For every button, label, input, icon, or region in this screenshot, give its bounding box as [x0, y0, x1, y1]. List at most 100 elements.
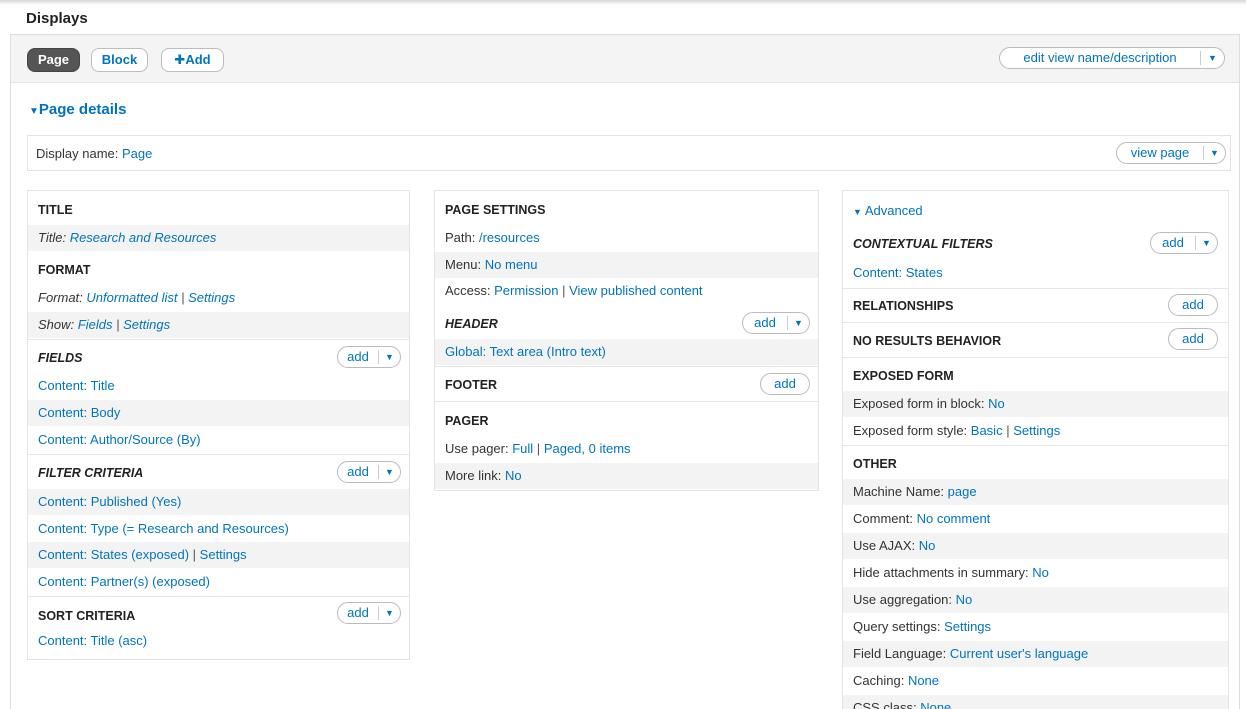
- filter-add-dropdown[interactable]: add ▼: [337, 461, 401, 483]
- tab-page[interactable]: Page: [27, 48, 80, 72]
- show-link[interactable]: Fields: [78, 317, 113, 332]
- list-item: Content: States: [853, 265, 943, 280]
- format-settings-link[interactable]: Settings: [188, 290, 235, 305]
- display-tab-bar: Page Block ✚Add edit view name/descripti…: [11, 35, 1239, 83]
- add-button[interactable]: add: [338, 462, 378, 482]
- access-settings-link[interactable]: View published content: [569, 283, 702, 298]
- dropdown-separator: [1200, 51, 1201, 65]
- edit-view-dropdown[interactable]: edit view name/description ▼: [999, 47, 1225, 69]
- other-row: Field Language: Current user's language: [843, 641, 1228, 667]
- show-row: Show: Fields | Settings: [28, 312, 409, 338]
- exposed-block-link[interactable]: No: [988, 396, 1005, 411]
- exposed-style-link[interactable]: Basic: [971, 423, 1003, 438]
- fields-add-dropdown[interactable]: add ▼: [337, 346, 401, 368]
- menu-row: Menu: No menu: [435, 252, 818, 278]
- displays-heading: Displays: [26, 10, 88, 27]
- list-item: Content: Partner(s) (exposed): [38, 574, 210, 589]
- title-header: TITLE: [38, 203, 73, 217]
- contextual-add-dropdown[interactable]: add ▼: [1150, 232, 1218, 254]
- list-item: Content: Author/Source (By): [38, 432, 201, 447]
- add-button[interactable]: add: [743, 313, 787, 333]
- column-middle: PAGE SETTINGS Path: /resources Menu: No …: [434, 190, 819, 491]
- list-item: Content: Title (asc): [38, 633, 148, 648]
- view-page-button[interactable]: view page: [1117, 143, 1203, 163]
- fields-header: FIELDS: [38, 351, 83, 365]
- other-row: Comment: No comment: [853, 511, 991, 526]
- other-row: Query settings: Settings: [853, 619, 992, 634]
- exposed-form-header: EXPOSED FORM: [853, 369, 954, 383]
- other-row: Use aggregation: No: [843, 587, 1228, 613]
- path-row: Path: /resources: [445, 230, 540, 245]
- list-item: Content: Published (Yes): [28, 489, 409, 515]
- format-link[interactable]: Unformatted list: [86, 290, 177, 305]
- add-button[interactable]: add: [338, 603, 378, 623]
- filter-settings-link[interactable]: Settings: [200, 547, 247, 562]
- no-results-add-button[interactable]: add: [1168, 328, 1218, 350]
- list-item: Content: Type (= Research and Resources): [38, 521, 289, 536]
- other-row: CSS class: None: [843, 695, 1228, 709]
- header-section-header: HEADER: [445, 317, 498, 331]
- format-header: FORMAT: [38, 263, 91, 277]
- pager-row: Use pager: Full | Paged, 0 items: [445, 441, 631, 456]
- display-name-label: Display name:: [36, 146, 119, 161]
- chevron-down-icon[interactable]: ▼: [385, 347, 394, 367]
- add-button[interactable]: add: [338, 347, 378, 367]
- edit-view-button[interactable]: edit view name/description: [1000, 48, 1200, 68]
- plus-icon: ✚: [174, 52, 186, 67]
- tab-block[interactable]: Block: [91, 48, 148, 72]
- format-row: Format: Unformatted list | Settings: [38, 290, 236, 305]
- sort-criteria-header: SORT CRITERIA: [38, 609, 136, 623]
- display-name-link[interactable]: Page: [122, 146, 152, 161]
- list-item: Content: Body: [28, 400, 409, 426]
- list-item: Content: States (exposed) | Settings: [28, 542, 409, 568]
- chevron-down-icon[interactable]: ▼: [385, 603, 394, 623]
- exposed-style-settings-link[interactable]: Settings: [1013, 423, 1060, 438]
- page-details-toggle[interactable]: ▼Page details: [29, 101, 126, 118]
- pager-header: PAGER: [445, 414, 489, 428]
- footer-add-button[interactable]: add: [760, 373, 810, 395]
- list-item: Content: Title: [38, 378, 115, 393]
- header-add-dropdown[interactable]: add ▼: [742, 312, 810, 334]
- exposed-block-row: Exposed form in block: No: [843, 391, 1228, 417]
- relationships-header: RELATIONSHIPS: [853, 299, 954, 313]
- filter-criteria-header: FILTER CRITERIA: [38, 466, 144, 480]
- path-link[interactable]: /resources: [479, 230, 540, 245]
- other-header: OTHER: [853, 457, 897, 471]
- other-row: Machine Name: page: [843, 479, 1228, 505]
- triangle-down-icon: ▼: [853, 207, 862, 217]
- view-page-dropdown[interactable]: view page ▼: [1116, 142, 1226, 164]
- dropdown-separator: [1203, 146, 1204, 160]
- sort-add-dropdown[interactable]: add ▼: [337, 602, 401, 624]
- advanced-toggle[interactable]: ▼ Advanced: [853, 203, 923, 218]
- chevron-down-icon[interactable]: ▼: [1208, 48, 1217, 68]
- chevron-down-icon[interactable]: ▼: [794, 313, 803, 333]
- other-row: Hide attachments in summary: No: [853, 565, 1049, 580]
- more-link[interactable]: No: [505, 468, 522, 483]
- displays-panel: Page Block ✚Add edit view name/descripti…: [10, 34, 1240, 709]
- list-item: Global: Text area (Intro text): [435, 339, 818, 365]
- exposed-style-row: Exposed form style: Basic | Settings: [853, 423, 1061, 438]
- add-display-button[interactable]: ✚Add: [161, 48, 224, 72]
- title-row: Title: Research and Resources: [28, 225, 409, 251]
- other-row: Caching: None: [853, 673, 940, 688]
- page-settings-header: PAGE SETTINGS: [445, 203, 546, 217]
- relationships-add-button[interactable]: add: [1168, 294, 1218, 316]
- chevron-down-icon[interactable]: ▼: [1202, 233, 1211, 253]
- display-name-bar: Display name: Page view page ▼: [27, 135, 1231, 171]
- pager-settings-link[interactable]: Paged, 0 items: [544, 441, 631, 456]
- column-right: ▼ Advanced CONTEXTUAL FILTERS add ▼ Cont…: [842, 190, 1229, 709]
- contextual-filters-header: CONTEXTUAL FILTERS: [853, 237, 993, 251]
- show-settings-link[interactable]: Settings: [123, 317, 170, 332]
- add-button[interactable]: add: [1151, 233, 1195, 253]
- no-results-header: NO RESULTS BEHAVIOR: [853, 334, 1002, 348]
- chevron-down-icon[interactable]: ▼: [385, 462, 394, 482]
- top-shadow: [0, 0, 1246, 5]
- menu-link[interactable]: No menu: [485, 257, 538, 272]
- other-row: Use AJAX: No: [843, 533, 1228, 559]
- access-link[interactable]: Permission: [494, 283, 558, 298]
- triangle-down-icon: ▼: [29, 106, 39, 117]
- chevron-down-icon[interactable]: ▼: [1210, 143, 1219, 163]
- footer-header: FOOTER: [445, 378, 498, 392]
- pager-link[interactable]: Full: [512, 441, 533, 456]
- title-link[interactable]: Research and Resources: [70, 230, 217, 245]
